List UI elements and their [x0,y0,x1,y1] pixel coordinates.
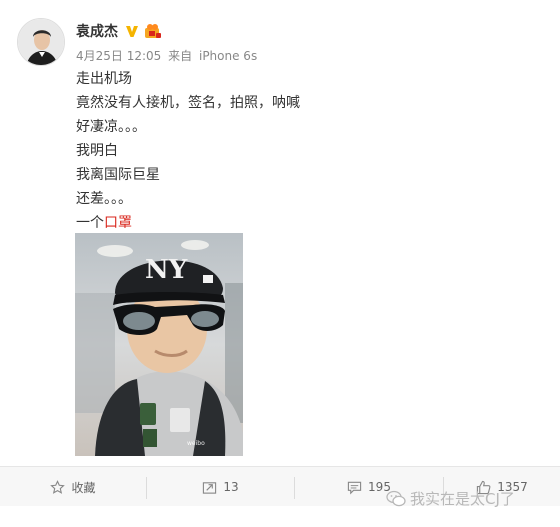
bottom-strip [0,506,560,527]
post-line: 走出机场 [76,71,132,87]
user-name[interactable]: 袁成杰 [76,21,118,41]
source-prefix: 来自 [168,49,193,63]
post-content: 走出机场 竟然没有人接机，签名，拍照，呐喊 好凄凉。。。 我明白 我离国际巨星 … [76,67,300,235]
post-line: 我明白 [76,143,118,159]
post-line: 还差。。。 [76,191,132,207]
post-line: 竟然没有人接机，签名，拍照，呐喊 [76,95,300,111]
svg-text:weibo: weibo [187,440,205,447]
post-meta: 4月25日 12:05 来自 iPhone 6s [76,47,260,64]
post-source[interactable]: iPhone 6s [199,49,257,63]
repost-icon [203,481,217,494]
post-line-prefix: 一个 [76,215,104,231]
avatar[interactable] [17,18,65,66]
post-line: 好凄凉。。。 [76,119,146,135]
repost-count: 13 [223,480,239,494]
star-icon [50,479,66,494]
wechat-watermark: 我实在是太CJ了 [386,488,515,509]
comment-icon [347,481,362,494]
favorite-label: 收藏 [71,480,96,495]
svg-text:NY: NY [145,255,188,285]
post-photo[interactable]: NY weibo [75,233,243,456]
favorite-button[interactable]: 收藏 [0,467,146,507]
weibo-post: 袁成杰 4月25日 12:05 来自 iPhone 6s 走出机场 竟然没有人接… [0,0,560,527]
post-line-last: 一个口罩 [76,211,300,235]
verified-badge-icon [126,26,138,37]
member-level-icon[interactable] [144,23,162,39]
post-header: 袁成杰 4月25日 12:05 来自 iPhone 6s [76,20,260,64]
watermark-text: 我实在是太CJ了 [410,490,515,508]
repost-button[interactable]: 13 [147,467,294,507]
post-time[interactable]: 4月25日 12:05 [76,49,161,63]
wechat-icon [386,490,406,506]
post-line: 我离国际巨星 [76,167,160,183]
topic-link[interactable]: 口罩 [104,215,132,231]
